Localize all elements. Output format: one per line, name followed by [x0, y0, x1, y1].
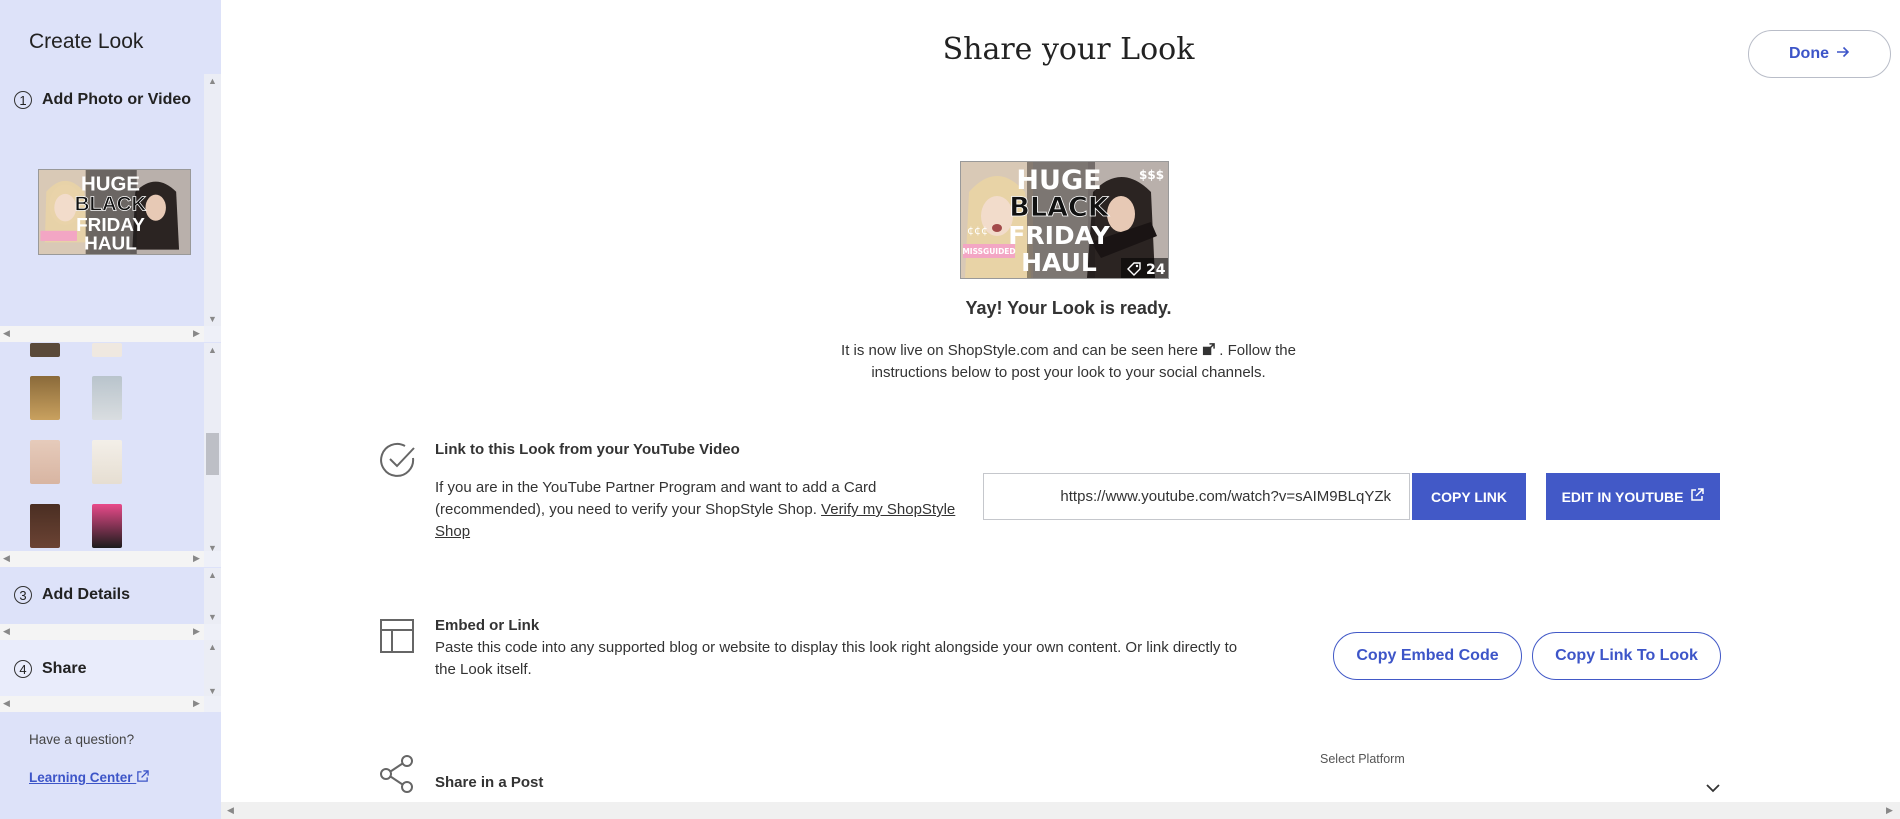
svg-text:HUGE: HUGE [81, 173, 140, 195]
step-add-photo[interactable]: 1 Add Photo or Video [14, 91, 191, 109]
youtube-desc-text: If you are in the YouTube Partner Progra… [435, 479, 877, 518]
check-circle-icon [379, 441, 417, 484]
arrow-right-icon [1836, 45, 1850, 63]
ready-title: Yay! Your Look is ready. [965, 298, 1172, 318]
main-horizontal-scrollbar[interactable]: ◀ ▶ [221, 802, 1900, 819]
external-link-icon[interactable] [1202, 342, 1219, 359]
thumbnail-cents: ¢¢¢ [967, 224, 988, 237]
ready-description: It is now live on ShopStyle.com and can … [821, 340, 1316, 384]
details-vertical-scrollbar[interactable]: ▲ ▼ [204, 568, 221, 624]
learning-center-label: Learning Center [29, 770, 133, 785]
done-label: Done [1789, 45, 1829, 62]
step-label: Add Details [42, 586, 131, 603]
product-count: 24 [1146, 262, 1166, 278]
step-label: Share [42, 660, 87, 677]
step-number: 3 [14, 586, 32, 604]
look-video-thumbnail[interactable]: HUGE BLACK FRIDAY HAUL $$$ ¢¢¢ MISSGUIDE… [960, 161, 1169, 279]
product-thumbnail[interactable] [30, 343, 60, 357]
step-add-details[interactable]: 3 Add Details [14, 586, 130, 604]
copy-link-label: COPY LINK [1431, 488, 1507, 505]
main-content: Share your Look Done HUGE BLACK FRIDAY H… [221, 0, 1900, 819]
product-thumbnail[interactable] [92, 504, 122, 548]
sidebar: Create Look 1 Add Photo or Video ▲ ▼ HUGE… [0, 0, 221, 819]
done-button[interactable]: Done [1748, 30, 1891, 78]
step1-vertical-scrollbar[interactable]: ▲ ▼ [204, 74, 221, 326]
external-link-icon [1690, 488, 1705, 505]
youtube-url-value: https://www.youtube.com/watch?v=sAIM9BLq… [1060, 488, 1391, 505]
product-thumbnail[interactable] [92, 376, 122, 420]
svg-text:BLACK: BLACK [75, 194, 147, 216]
share-icon [379, 755, 415, 798]
product-thumbnail[interactable] [92, 343, 122, 357]
share-horizontal-scrollbar[interactable]: ◀ ▶ [0, 696, 221, 712]
embed-section-title: Embed or Link [435, 617, 540, 634]
edit-in-youtube-button[interactable]: EDIT IN YOUTUBE [1546, 473, 1720, 520]
learning-center-link[interactable]: Learning Center [29, 770, 150, 785]
thumbnail-dollars: $$$ [1139, 168, 1164, 182]
page-title: Share your Look [942, 32, 1195, 67]
youtube-section-title: Link to this Look from your YouTube Vide… [435, 441, 740, 458]
copy-embed-label: Copy Embed Code [1356, 647, 1499, 664]
copy-link-button[interactable]: COPY LINK [1412, 473, 1526, 520]
svg-text:HAUL: HAUL [84, 234, 137, 254]
products-panel [0, 343, 221, 555]
products-vertical-scrollbar[interactable]: ▲ ▼ [204, 343, 221, 555]
sidebar-title: Create Look [29, 30, 144, 53]
layout-icon [379, 618, 415, 659]
step-label: Add Photo or Video [42, 91, 192, 108]
product-thumbnail[interactable] [92, 440, 122, 484]
step-number: 1 [14, 91, 32, 109]
thumbnail-word: FRIDAY [1008, 221, 1110, 250]
help-question: Have a question? [29, 732, 135, 747]
copy-link-to-look-button[interactable]: Copy Link To Look [1532, 632, 1721, 680]
external-link-icon [136, 770, 150, 785]
youtube-section-description: If you are in the YouTube Partner Progra… [435, 477, 965, 543]
share-vertical-scrollbar[interactable]: ▲ ▼ [204, 640, 221, 698]
embed-section-description: Paste this code into any supported blog … [435, 639, 1238, 678]
copy-link-to-look-label: Copy Link To Look [1555, 647, 1698, 664]
chevron-down-icon[interactable] [1706, 780, 1720, 798]
thumbnail-word: BLACK [1009, 192, 1109, 223]
step-number: 4 [14, 660, 32, 678]
step1-horizontal-scrollbar[interactable]: ◀ ▶ [0, 326, 221, 342]
details-horizontal-scrollbar[interactable]: ◀ ▶ [0, 624, 221, 640]
youtube-url-field[interactable]: https://www.youtube.com/watch?v=sAIM9BLq… [983, 473, 1410, 520]
copy-embed-code-button[interactable]: Copy Embed Code [1333, 632, 1522, 680]
thumbnail-word: HAUL [1021, 248, 1097, 277]
sidebar-video-thumbnail[interactable]: HUGE BLACK FRIDAY HAUL [38, 169, 191, 255]
svg-text:FRIDAY: FRIDAY [76, 215, 145, 236]
edit-youtube-label: EDIT IN YOUTUBE [1561, 488, 1684, 505]
select-platform-label: Select Platform [1320, 752, 1405, 766]
share-section-title: Share in a Post [435, 774, 544, 791]
ready-desc-part1: It is now live on ShopStyle.com and can … [841, 342, 1198, 359]
product-thumbnail[interactable] [30, 376, 60, 420]
products-horizontal-scrollbar[interactable]: ◀ ▶ [0, 551, 221, 567]
product-thumbnail[interactable] [30, 440, 60, 484]
thumbnail-brand: MISSGUIDED [962, 247, 1015, 256]
step-share[interactable]: 4 Share [14, 660, 86, 678]
product-thumbnail[interactable] [30, 504, 60, 548]
